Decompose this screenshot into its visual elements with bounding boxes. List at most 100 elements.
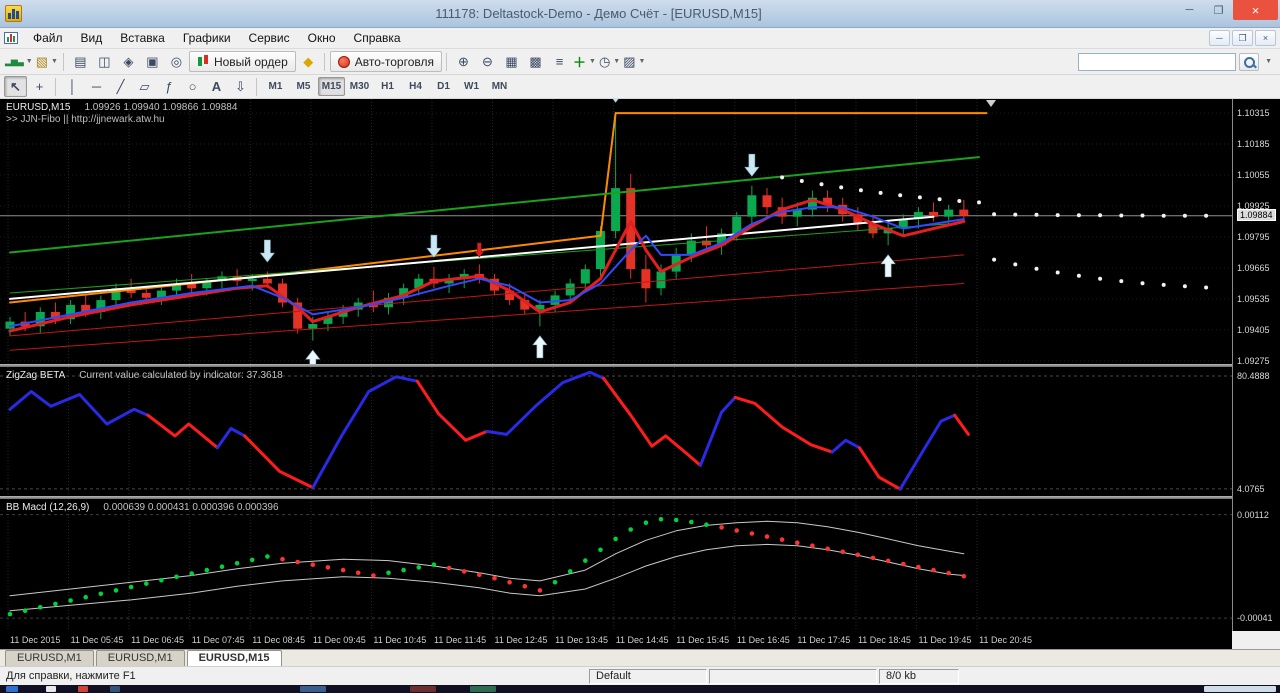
- child-minimize-button[interactable]: ─: [1209, 30, 1230, 46]
- child-restore-button[interactable]: ❐: [1232, 30, 1253, 46]
- timeframe-D1[interactable]: D1: [430, 77, 457, 96]
- horizontal-line-button[interactable]: ─: [85, 76, 108, 97]
- toolbar-separator: [63, 53, 64, 71]
- arrange-windows-button[interactable]: ≡: [548, 51, 571, 72]
- tile-windows-button[interactable]: ▦: [500, 51, 523, 72]
- timeframe-M1[interactable]: M1: [262, 77, 289, 96]
- taskbar-app-icon[interactable]: [410, 686, 436, 692]
- data-window-button[interactable]: ◫: [93, 51, 116, 72]
- search-dropdown-icon[interactable]: ▼: [1265, 58, 1272, 65]
- timeframe-M15[interactable]: M15: [318, 77, 345, 96]
- status-traffic: 8/0 kb: [879, 669, 959, 684]
- main-toolbar: ▂▅▃▼▧▼ ▤◫◈▣◎Новый ордер◆ Авто-торговля ⊕⊖▦▩…: [0, 49, 1280, 75]
- timeframe-H1[interactable]: H1: [374, 77, 401, 96]
- menu-item-6[interactable]: Справка: [345, 29, 410, 47]
- terminal-button[interactable]: ▣: [141, 51, 164, 72]
- cascade-windows-button[interactable]: ▩: [524, 51, 547, 72]
- timeframe-W1[interactable]: W1: [458, 77, 485, 96]
- new-order-button[interactable]: Новый ордер: [189, 51, 296, 72]
- start-button[interactable]: [6, 686, 18, 692]
- chart-tab-0[interactable]: EURUSD,M1: [5, 650, 94, 666]
- arrows-button[interactable]: ⇩: [229, 76, 252, 97]
- time-axis-label: 11 Dec 13:45: [555, 635, 608, 645]
- taskbar-app-icon[interactable]: [78, 686, 88, 692]
- taskbar-app-icon[interactable]: [46, 686, 56, 692]
- timeframe-M5[interactable]: M5: [290, 77, 317, 96]
- fibonacci-button[interactable]: ƒ: [157, 76, 180, 97]
- minimize-button[interactable]: ─: [1175, 0, 1204, 20]
- time-axis-label: 11 Dec 16:45: [737, 635, 790, 645]
- market-watch-button[interactable]: ▤: [69, 51, 92, 72]
- trendline-button[interactable]: ╱: [109, 76, 132, 97]
- metaeditor-button[interactable]: ◆: [297, 51, 320, 72]
- cursor-button[interactable]: ↖: [4, 76, 27, 97]
- autotrading-button[interactable]: Авто-торговля: [330, 51, 442, 72]
- search-input[interactable]: [1078, 53, 1236, 71]
- price-chart-pane[interactable]: EURUSD,M151.09926 1.09940 1.09866 1.0988…: [0, 99, 1232, 364]
- new-chart-button[interactable]: ▂▅▃▼: [4, 51, 34, 72]
- zigzag-current-value: Current value calculated by indicator: 3…: [79, 370, 282, 381]
- vertical-line-button[interactable]: │: [61, 76, 84, 97]
- menu-item-0[interactable]: Файл: [24, 29, 72, 47]
- profiles-button[interactable]: ▧▼: [35, 51, 59, 72]
- text-button[interactable]: A: [205, 76, 228, 97]
- menu-item-4[interactable]: Сервис: [240, 29, 299, 47]
- timeframe-M30[interactable]: M30: [346, 77, 373, 96]
- search-icon[interactable]: [1239, 53, 1259, 71]
- menubar: ФайлВидВставкаГрафикиСервисОкноСправка ─…: [0, 28, 1280, 49]
- chart-symbol-label: EURUSD,M151.09926 1.09940 1.09866 1.0988…: [6, 102, 237, 113]
- taskbar-clock-area[interactable]: [1204, 686, 1276, 692]
- toolbar-separator: [446, 53, 447, 71]
- chart-tab-2[interactable]: EURUSD,M15: [187, 650, 282, 666]
- toolbar-separator: [55, 78, 56, 96]
- indicators-button[interactable]: ＋▼: [572, 51, 597, 72]
- taskbar-app-icon[interactable]: [300, 686, 326, 692]
- time-axis-label: 11 Dec 14:45: [616, 635, 669, 645]
- menu-item-1[interactable]: Вид: [72, 29, 112, 47]
- zoom-in-button[interactable]: ⊕: [452, 51, 475, 72]
- menu-item-5[interactable]: Окно: [299, 29, 345, 47]
- timeframe-MN[interactable]: MN: [486, 77, 513, 96]
- navigator-button[interactable]: ◈: [117, 51, 140, 72]
- time-axis[interactable]: 11 Dec 201511 Dec 05:4511 Dec 06:4511 De…: [0, 631, 1232, 649]
- window-title: 111178: Deltastock-Demo - Демо Счёт - [E…: [22, 6, 1175, 21]
- zoom-out-button[interactable]: ⊖: [476, 51, 499, 72]
- crosshair-button[interactable]: +: [28, 76, 51, 97]
- mt4-window: 111178: Deltastock-Demo - Демо Счёт - [E…: [0, 0, 1280, 693]
- price-axis[interactable]: 1.103151.101851.100551.099251.097951.096…: [1232, 99, 1280, 631]
- templates-button[interactable]: ▨▼: [622, 51, 646, 72]
- chart-tab-1[interactable]: EURUSD,M1: [96, 650, 185, 666]
- time-axis-label: 11 Dec 17:45: [797, 635, 850, 645]
- restore-button[interactable]: ❐: [1204, 0, 1233, 20]
- time-axis-label: 11 Dec 19:45: [919, 635, 972, 645]
- bbmacd-pane[interactable]: BB Macd (12,26,9)0.000639 0.000431 0.000…: [0, 499, 1232, 631]
- zigzag-pane[interactable]: ZigZag BETACurrent value calculated by i…: [0, 367, 1232, 496]
- chart-tabbar: EURUSD,M1EURUSD,M1EURUSD,M15: [0, 649, 1280, 666]
- channel-button[interactable]: ▱: [133, 76, 156, 97]
- jjn-fibo-label: >> JJN-Fibo || http://jjnewark.atw.hu: [6, 114, 165, 125]
- time-axis-label: 11 Dec 05:45: [71, 635, 124, 645]
- child-close-button[interactable]: ×: [1255, 30, 1276, 46]
- periods-button[interactable]: ◷▼: [598, 51, 621, 72]
- time-axis-label: 11 Dec 18:45: [858, 635, 911, 645]
- menu-item-3[interactable]: Графики: [174, 29, 240, 47]
- close-button[interactable]: ×: [1233, 0, 1278, 20]
- price-axis-label: 1.10185: [1237, 139, 1270, 149]
- price-axis-label: 1.09535: [1237, 294, 1270, 304]
- bid-price-label: 1.09884: [1237, 209, 1276, 221]
- chart-window-icon[interactable]: [4, 32, 18, 44]
- chart-shift-marker[interactable]: [986, 100, 996, 107]
- drawing-toolbar: ↖+ │─╱▱ƒ○A⇩ M1M5M15M30H1H4D1W1MN: [0, 75, 1280, 99]
- timeframe-H4[interactable]: H4: [402, 77, 429, 96]
- toolbar-separator: [256, 78, 257, 96]
- windows-taskbar: [0, 685, 1280, 693]
- time-axis-label: 11 Dec 09:45: [313, 635, 366, 645]
- time-axis-label: 11 Dec 15:45: [676, 635, 729, 645]
- shapes-button[interactable]: ○: [181, 76, 204, 97]
- status-profile[interactable]: Default: [589, 669, 707, 684]
- zigzag-axis-label: 4.0765: [1237, 484, 1265, 494]
- strategy-tester-button[interactable]: ◎: [165, 51, 188, 72]
- taskbar-app-icon[interactable]: [470, 686, 496, 692]
- taskbar-app-icon[interactable]: [110, 686, 120, 692]
- menu-item-2[interactable]: Вставка: [111, 29, 174, 47]
